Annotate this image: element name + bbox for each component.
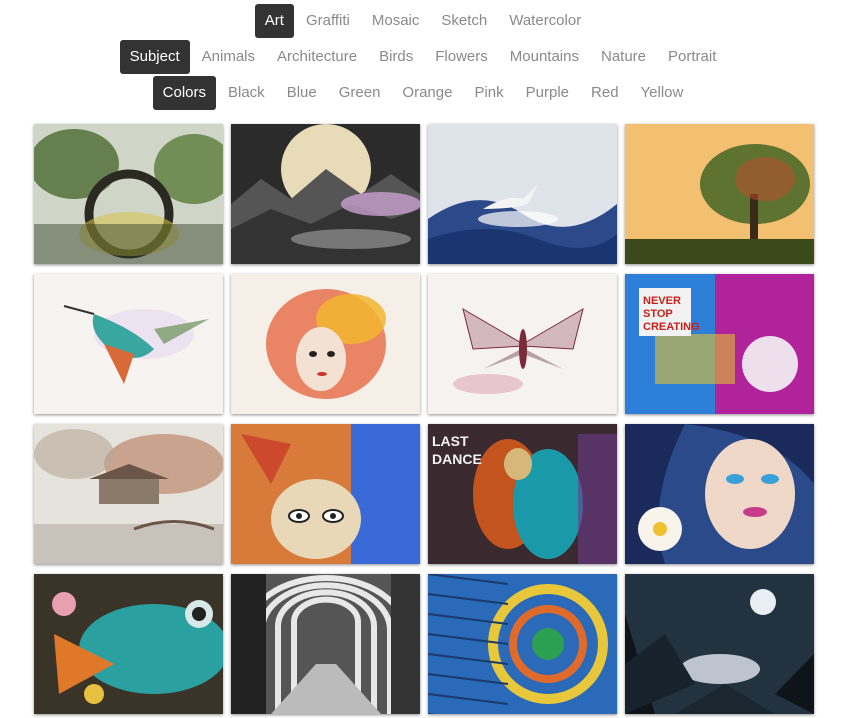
svg-text:DANCE: DANCE [432,451,482,467]
gallery-thumbnail-moonlit-night[interactable] [625,574,814,714]
watercolor-bridge-image [34,124,223,264]
woman-with-flower-mural-image [625,424,814,564]
gallery-thumbnail-hummingbird-watercolor[interactable] [34,274,223,414]
arched-corridor-image [231,574,420,714]
gallery-thumbnail-moth-sketch[interactable] [428,274,617,414]
masked-woman-flowers-image [231,274,420,414]
filter-subject-selected[interactable]: Subject [119,40,190,74]
gallery-thumbnail-spiral-mosaic[interactable] [428,574,617,714]
filter-yellow[interactable]: Yellow [631,76,694,110]
graffiti-woman-face-image [231,424,420,564]
gallery-thumbnail-woman-with-flower-mural[interactable] [625,424,814,564]
filter-flowers[interactable]: Flowers [425,40,498,74]
gallery-thumbnail-arched-corridor[interactable] [231,574,420,714]
fish-mosaic-image [34,574,223,714]
filter-pink[interactable]: Pink [464,76,513,110]
filter-colors-selected[interactable]: Colors [152,76,216,110]
filter-blue[interactable]: Blue [277,76,327,110]
filter-architecture[interactable]: Architecture [267,40,367,74]
gallery-thumbnail-japanese-garden-sketch[interactable] [34,424,223,564]
filter-portrait[interactable]: Portrait [658,40,726,74]
moon-over-mountains-image [231,124,420,264]
subject-filter-bar: Subject Animals Architecture Birds Flowers Mo… [0,40,846,74]
filter-mosaic[interactable]: Mosaic [362,4,430,38]
moonlit-night-image [625,574,814,714]
colors-filter-bar: Colors Black Blue Green Orange Pink Purple Red Y… [0,76,846,110]
filter-watercolor[interactable]: Watercolor [499,4,591,38]
category-filter-bar: Art Graffiti Mosaic Sketch Watercolor [0,4,846,38]
gallery-thumbnail-moon-over-mountains[interactable] [231,124,420,264]
seabird-over-waves-image [428,124,617,264]
gallery-thumbnail-dancing-couple-mural[interactable]: LAST DANCE [428,424,617,564]
gallery-thumbnail-graffiti-woman-face[interactable] [231,424,420,564]
filter-purple[interactable]: Purple [516,76,579,110]
filter-art-selected[interactable]: Art [254,4,294,38]
filter-mountains[interactable]: Mountains [500,40,589,74]
filter-red[interactable]: Red [581,76,629,110]
filter-sketch[interactable]: Sketch [431,4,497,38]
filter-animals[interactable]: Animals [192,40,265,74]
svg-text:LAST: LAST [432,433,469,449]
gallery-thumbnail-watercolor-bridge[interactable] [34,124,223,264]
filter-green[interactable]: Green [329,76,391,110]
gallery-thumbnail-never-stop-creating-graffiti[interactable]: NEVER STOP CREATING [625,274,814,414]
hummingbird-watercolor-image [34,274,223,414]
filter-black[interactable]: Black [218,76,275,110]
gallery-thumbnail-masked-woman-flowers[interactable] [231,274,420,414]
filter-orange[interactable]: Orange [392,76,462,110]
image-gallery-grid: NEVER STOP CREATING LAST DANCE [34,124,816,714]
filter-birds[interactable]: Birds [369,40,423,74]
dancing-couple-mural-image: LAST DANCE [428,424,617,564]
gallery-thumbnail-fish-mosaic[interactable] [34,574,223,714]
moth-sketch-image [428,274,617,414]
gallery-thumbnail-tree-silhouette-sunset[interactable] [625,124,814,264]
svg-text:CREATING: CREATING [643,321,700,333]
tree-silhouette-sunset-image [625,124,814,264]
spiral-mosaic-image [428,574,617,714]
filter-graffiti[interactable]: Graffiti [296,4,360,38]
japanese-garden-sketch-image [34,424,223,564]
svg-text:NEVER: NEVER [643,295,681,307]
svg-text:STOP: STOP [643,308,673,320]
gallery-thumbnail-seabird-over-waves[interactable] [428,124,617,264]
filter-nature[interactable]: Nature [591,40,656,74]
never-stop-creating-graffiti-image: NEVERSTOPCREATING [625,274,814,414]
